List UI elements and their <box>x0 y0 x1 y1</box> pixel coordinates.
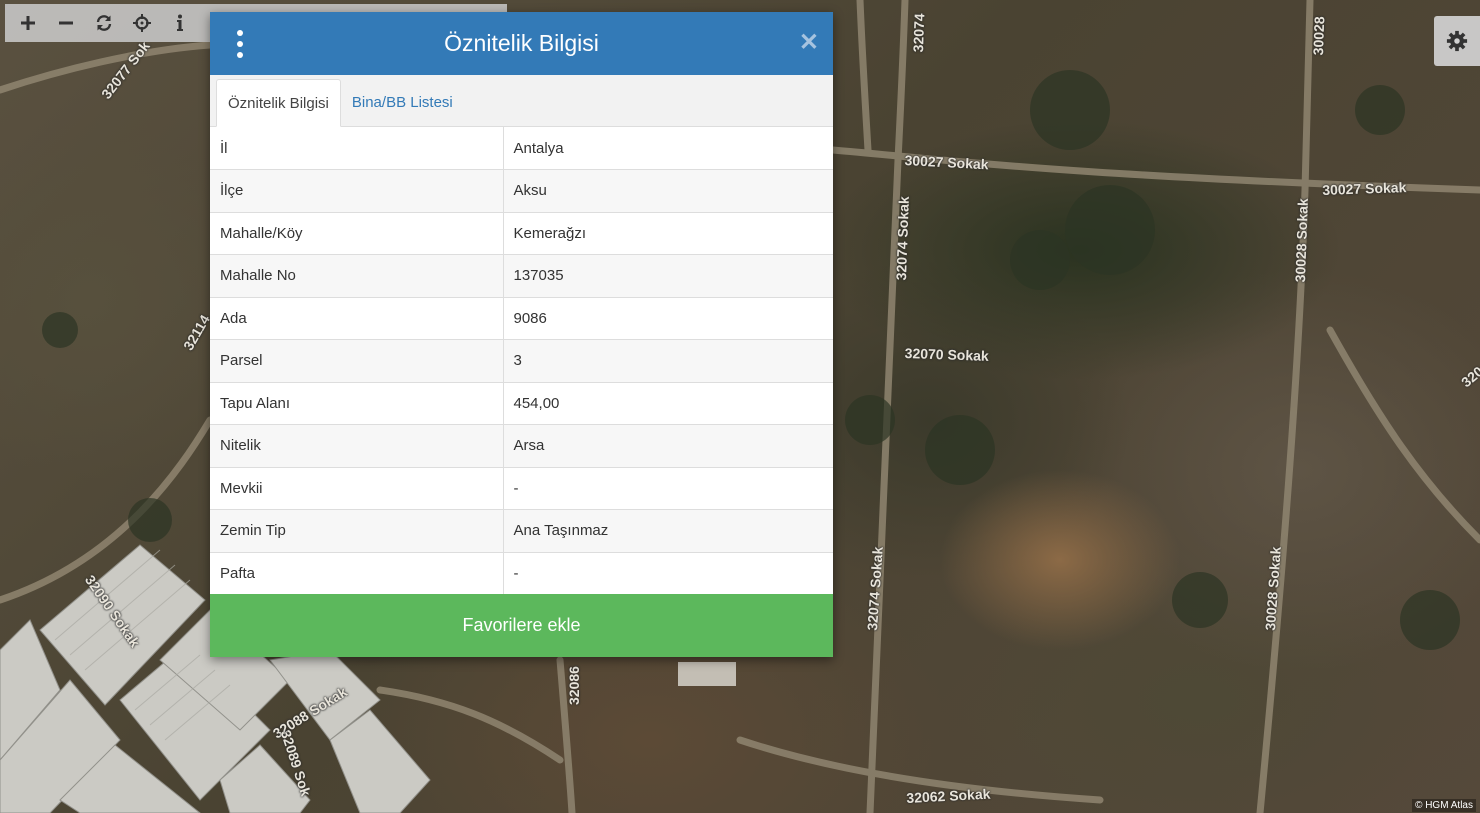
dialog-tabs: Öznitelik Bilgisi Bina/BB Listesi <box>210 75 833 127</box>
table-row: Nitelik Arsa <box>210 424 833 467</box>
attribute-value: 9086 <box>503 296 833 340</box>
crosshair-icon <box>133 14 151 32</box>
attribute-value: - <box>503 466 833 510</box>
dialog-header[interactable]: Öznitelik Bilgisi ✕ <box>210 12 833 75</box>
tab-attribute-info[interactable]: Öznitelik Bilgisi <box>216 79 341 127</box>
table-row: Parsel 3 <box>210 339 833 382</box>
attribute-value: 137035 <box>503 254 833 297</box>
attribute-key: Parsel <box>210 339 504 382</box>
table-row: Pafta - <box>210 551 833 595</box>
attribute-value: - <box>503 551 833 595</box>
attribute-value: 3 <box>503 339 833 382</box>
attribute-key: Tapu Alanı <box>210 381 504 425</box>
attribute-value: 454,00 <box>503 381 833 425</box>
minus-icon <box>59 21 73 25</box>
attribute-value: Kemerağzı <box>503 211 833 255</box>
road-label: 30028 Sokak <box>1292 197 1311 283</box>
attribute-value: Arsa <box>503 424 833 467</box>
refresh-button[interactable] <box>85 4 123 42</box>
table-row: Mahalle/Köy Kemerağzı <box>210 211 833 255</box>
road-label: 32074 <box>910 13 928 53</box>
close-icon[interactable]: ✕ <box>799 29 819 57</box>
road-label: 32074 Sokak <box>893 195 912 281</box>
table-row: Ada 9086 <box>210 296 833 340</box>
gear-icon <box>1446 30 1468 52</box>
zoom-in-button[interactable] <box>9 4 47 42</box>
table-row: İl Antalya <box>210 127 833 170</box>
table-row: Tapu Alanı 454,00 <box>210 381 833 425</box>
attribute-key: İlçe <box>210 169 504 212</box>
table-row: Zemin Tip Ana Taşınmaz <box>210 509 833 552</box>
tab-building-list[interactable]: Bina/BB Listesi <box>341 78 464 126</box>
attribute-dialog: Öznitelik Bilgisi ✕ Öznitelik Bilgisi Bi… <box>210 12 833 657</box>
attribute-value: Ana Taşınmaz <box>503 509 833 552</box>
locate-button[interactable] <box>123 4 161 42</box>
attribute-key: Zemin Tip <box>210 509 504 552</box>
table-row: Mahalle No 137035 <box>210 254 833 297</box>
kebab-menu-icon[interactable] <box>232 30 248 58</box>
attribute-key: Mahalle No <box>210 254 504 297</box>
add-to-favorites-button[interactable]: Favorilere ekle <box>210 594 833 657</box>
info-button[interactable] <box>161 4 199 42</box>
road-label: 30028 <box>1310 16 1328 56</box>
settings-button[interactable] <box>1434 16 1480 66</box>
attribute-value: Antalya <box>503 127 833 170</box>
road-label: 30027 Sokak <box>1322 179 1407 198</box>
table-row: Mevkii - <box>210 466 833 510</box>
zoom-out-button[interactable] <box>47 4 85 42</box>
refresh-icon <box>96 15 112 31</box>
attribute-key: İl <box>210 127 504 170</box>
attribute-table: İl Antalya İlçe Aksu Mahalle/Köy Kemerağ… <box>210 127 833 595</box>
table-row: İlçe Aksu <box>210 169 833 212</box>
dialog-title: Öznitelik Bilgisi <box>444 30 599 56</box>
plus-icon <box>21 16 35 30</box>
road-label: 32086 <box>566 666 582 705</box>
attribute-key: Mevkii <box>210 466 504 510</box>
road-label: 32070 Sokak <box>904 345 990 364</box>
attribute-key: Mahalle/Köy <box>210 211 504 255</box>
attribute-key: Pafta <box>210 551 504 595</box>
attribute-value: Aksu <box>503 169 833 212</box>
attribute-key: Nitelik <box>210 424 504 467</box>
attribute-key: Ada <box>210 296 504 340</box>
info-icon <box>177 14 183 31</box>
map-attribution[interactable]: © HGM Atlas <box>1412 799 1476 812</box>
